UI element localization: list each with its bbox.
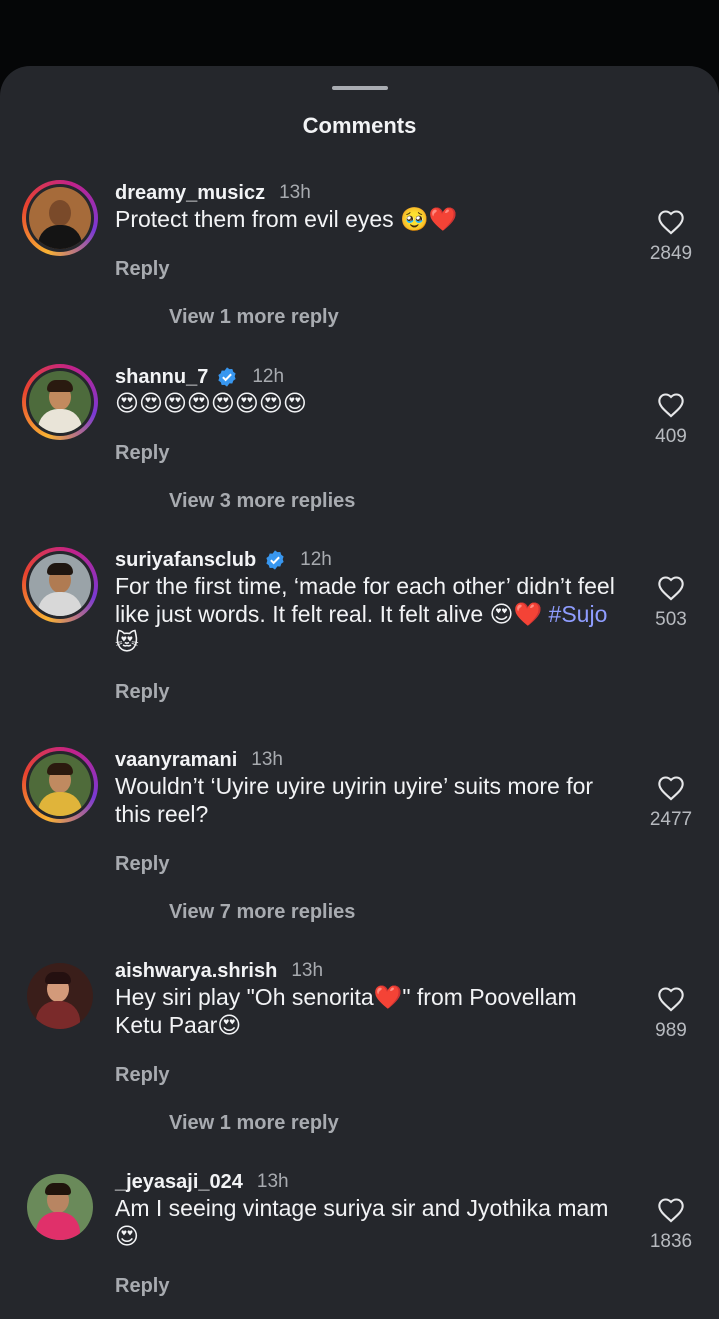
timestamp: 13h	[291, 960, 324, 981]
heart-outline-icon	[658, 576, 684, 601]
timestamp: 12h	[300, 549, 332, 570]
comment-text: Hey siri play "Oh senorita❤️" from Poove…	[115, 984, 577, 1038]
verified-badge-icon	[266, 550, 284, 570]
avatar[interactable]	[22, 747, 98, 823]
heart-outline-icon	[658, 1198, 684, 1223]
username[interactable]: aishwarya.shrish	[115, 960, 277, 983]
comment-text: Am I seeing vintage suriya sir and Jyoth…	[115, 1195, 609, 1249]
like-count: 2477	[649, 809, 693, 830]
hashtag-link[interactable]: #Sujo	[549, 601, 608, 627]
heart-outline-icon	[658, 393, 684, 418]
view-replies-link[interactable]: View 3 more replies	[169, 490, 355, 513]
reply-button[interactable]: Reply	[115, 681, 169, 704]
username[interactable]: shannu_7	[115, 366, 208, 389]
comment-text: For the first time, ‘made for each other…	[115, 572, 630, 656]
username[interactable]: suriyafansclub	[115, 549, 256, 572]
reply-button[interactable]: Reply	[115, 258, 169, 281]
like-button[interactable]: 2477	[640, 775, 702, 831]
timestamp: 13h	[251, 749, 283, 770]
avatar[interactable]	[22, 1169, 98, 1245]
like-count: 409	[655, 426, 687, 447]
heart-outline-icon	[658, 210, 684, 235]
timestamp: 13h	[279, 182, 311, 203]
sheet-title: Comments	[302, 113, 417, 138]
comment-meta: aishwarya.shrish 13h	[115, 958, 323, 984]
view-replies-link[interactable]: View 1 more reply	[169, 306, 339, 329]
heart-outline-icon	[658, 987, 684, 1012]
comment-text: Protect them from evil eyes 🥹❤️	[115, 206, 458, 232]
like-count: 2849	[649, 243, 693, 264]
drag-handle[interactable]	[332, 86, 388, 90]
like-button[interactable]: 409	[640, 392, 702, 448]
avatar[interactable]	[22, 180, 98, 256]
comment-text-end: 😻	[115, 629, 139, 655]
view-replies-link[interactable]: View 1 more reply	[169, 1112, 339, 1135]
verified-badge-icon	[218, 367, 236, 387]
comment-meta: dreamy_musicz 13h	[115, 180, 311, 206]
comment-text-body: For the first time, ‘made for each other…	[115, 573, 615, 627]
comment-meta: _jeyasaji_024 13h	[115, 1169, 289, 1195]
avatar[interactable]	[22, 364, 98, 440]
like-count: 503	[655, 609, 687, 630]
comment-text: Wouldn’t ‘Uyire uyire uyirin uyire’ suit…	[115, 773, 594, 827]
like-button[interactable]: 1836	[640, 1197, 702, 1253]
like-count: 1836	[649, 1231, 693, 1252]
reply-button[interactable]: Reply	[115, 1064, 169, 1087]
reply-button[interactable]: Reply	[115, 442, 169, 465]
comment-text: 😍😍😍😍😍😍😍😍	[115, 390, 307, 416]
like-button[interactable]: 503	[640, 575, 702, 631]
avatar[interactable]	[22, 958, 98, 1034]
username[interactable]: dreamy_musicz	[115, 182, 265, 205]
like-button[interactable]: 2849	[640, 209, 702, 265]
reply-button[interactable]: Reply	[115, 853, 169, 876]
avatar[interactable]	[22, 547, 98, 623]
comment-meta: shannu_7 12h	[115, 364, 284, 390]
heart-outline-icon	[658, 776, 684, 801]
timestamp: 12h	[252, 366, 285, 387]
comment-meta: suriyafansclub 12h	[115, 547, 332, 573]
comment-meta: vaanyramani 13h	[115, 747, 283, 773]
comments-sheet: Comments	[0, 66, 719, 1319]
like-count: 989	[655, 1020, 687, 1041]
timestamp: 13h	[256, 1171, 289, 1192]
reply-button[interactable]: Reply	[115, 1275, 169, 1298]
like-button[interactable]: 989	[640, 986, 702, 1042]
username[interactable]: _jeyasaji_024	[115, 1171, 243, 1194]
view-replies-link[interactable]: View 7 more replies	[169, 901, 355, 924]
username[interactable]: vaanyramani	[115, 749, 237, 772]
